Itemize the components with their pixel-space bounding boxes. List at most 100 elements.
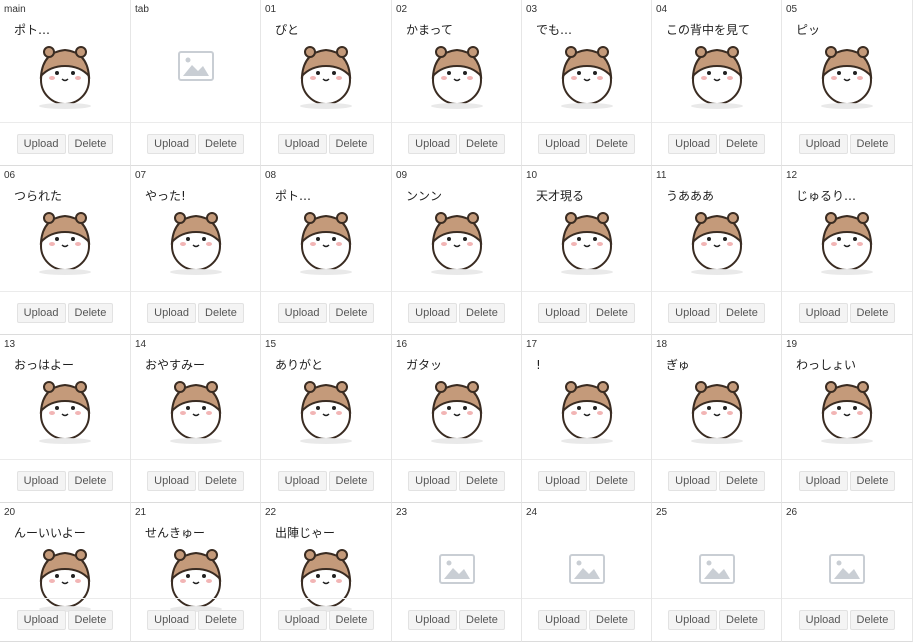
upload-button[interactable]: Upload (538, 134, 588, 154)
slot-label: 16 (396, 339, 408, 350)
delete-button[interactable]: Delete (849, 134, 896, 154)
delete-button[interactable]: Delete (849, 303, 896, 323)
delete-button[interactable]: Delete (719, 610, 765, 630)
delete-button[interactable]: Delete (198, 471, 244, 491)
upload-button[interactable]: Upload (277, 303, 327, 323)
upload-button[interactable]: Upload (408, 134, 458, 154)
upload-button[interactable]: Upload (798, 471, 848, 491)
delete-button[interactable]: Delete (849, 610, 896, 630)
upload-button[interactable]: Upload (668, 134, 718, 154)
slot-label: 19 (786, 339, 798, 350)
delete-button[interactable]: Delete (459, 134, 505, 154)
slot-actions: Upload Delete (131, 598, 260, 641)
slot-label: 13 (4, 339, 16, 350)
sticker-caption: ガタッ (406, 358, 442, 372)
slot-label: 18 (656, 339, 668, 350)
sticker-thumbnail: つられた (9, 183, 121, 281)
sticker-slot-21: 21 せんきゅー Upload Delete (131, 503, 261, 642)
sticker-slot-tab: tab Upload Delete (131, 0, 261, 166)
upload-button[interactable]: Upload (408, 303, 458, 323)
upload-button[interactable]: Upload (798, 134, 848, 154)
upload-button[interactable]: Upload (668, 610, 718, 630)
upload-button[interactable]: Upload (147, 303, 197, 323)
sticker-slot-08: 08 ポト… Upload Delete (261, 166, 392, 335)
upload-button[interactable]: Upload (798, 303, 848, 323)
sticker-caption: でも… (536, 23, 572, 37)
upload-button[interactable]: Upload (668, 303, 718, 323)
sticker-caption: ポト… (275, 189, 311, 203)
upload-button[interactable]: Upload (408, 471, 458, 491)
delete-button[interactable]: Delete (589, 134, 635, 154)
sticker-caption: じゅるり… (796, 189, 856, 203)
delete-button[interactable]: Delete (67, 303, 114, 323)
delete-button[interactable]: Delete (849, 471, 896, 491)
upload-button[interactable]: Upload (538, 471, 588, 491)
delete-button[interactable]: Delete (589, 303, 635, 323)
upload-button[interactable]: Upload (408, 610, 458, 630)
slot-label: 20 (4, 507, 16, 518)
slot-label: 26 (786, 507, 798, 518)
slot-label: 05 (786, 4, 798, 15)
delete-button[interactable]: Delete (589, 471, 635, 491)
upload-button[interactable]: Upload (16, 134, 66, 154)
slot-actions: Upload Delete (652, 122, 781, 165)
slot-label: 22 (265, 507, 277, 518)
upload-button[interactable]: Upload (538, 303, 588, 323)
delete-button[interactable]: Delete (459, 610, 505, 630)
delete-button[interactable]: Delete (328, 134, 375, 154)
sticker-caption: おやすみー (145, 358, 205, 372)
sticker-grid: main ポト… Upload Delete tab Upload Delete 01 ぴと Up… (0, 0, 914, 642)
sticker-slot-11: 11 うあああ Upload Delete (652, 166, 782, 335)
upload-button[interactable]: Upload (668, 471, 718, 491)
upload-button[interactable]: Upload (16, 471, 66, 491)
delete-button[interactable]: Delete (719, 303, 765, 323)
slot-actions: Upload Delete (261, 598, 391, 641)
delete-button[interactable]: Delete (459, 471, 505, 491)
slot-actions: Upload Delete (652, 291, 781, 334)
delete-button[interactable]: Delete (589, 610, 635, 630)
upload-button[interactable]: Upload (538, 610, 588, 630)
delete-button[interactable]: Delete (328, 471, 375, 491)
upload-button[interactable]: Upload (277, 134, 327, 154)
upload-button[interactable]: Upload (798, 610, 848, 630)
delete-button[interactable]: Delete (67, 610, 114, 630)
delete-button[interactable]: Delete (67, 134, 114, 154)
sticker-slot-25: 25 Upload Delete (652, 503, 782, 642)
sticker-caption: ! (536, 358, 541, 372)
delete-button[interactable]: Delete (67, 471, 114, 491)
sticker-slot-13: 13 おっはよー Upload Delete (0, 335, 131, 503)
sticker-caption: ぴと (275, 23, 299, 37)
slot-label: 01 (265, 4, 277, 15)
sticker-caption: せんきゅー (145, 526, 205, 540)
upload-button[interactable]: Upload (147, 471, 197, 491)
sticker-thumbnail: ピッ (791, 17, 903, 115)
delete-button[interactable]: Delete (198, 134, 244, 154)
upload-button[interactable]: Upload (147, 134, 197, 154)
upload-button[interactable]: Upload (277, 471, 327, 491)
sticker-slot-23: 23 Upload Delete (392, 503, 522, 642)
sticker-slot-main: main ポト… Upload Delete (0, 0, 131, 166)
delete-button[interactable]: Delete (459, 303, 505, 323)
upload-button[interactable]: Upload (16, 303, 66, 323)
slot-actions: Upload Delete (131, 291, 260, 334)
sticker-slot-01: 01 ぴと Upload Delete (261, 0, 392, 166)
slot-label: 23 (396, 507, 408, 518)
slot-actions: Upload Delete (782, 291, 912, 334)
delete-button[interactable]: Delete (719, 471, 765, 491)
upload-button[interactable]: Upload (147, 610, 197, 630)
delete-button[interactable]: Delete (719, 134, 765, 154)
sticker-slot-15: 15 ありがと Upload Delete (261, 335, 392, 503)
slot-label: 25 (656, 507, 668, 518)
sticker-thumbnail: ガタッ (401, 352, 513, 450)
upload-button[interactable]: Upload (16, 610, 66, 630)
delete-button[interactable]: Delete (328, 303, 375, 323)
delete-button[interactable]: Delete (198, 303, 244, 323)
sticker-caption: ピッ (796, 23, 820, 37)
sticker-slot-09: 09 ンンン Upload Delete (392, 166, 522, 335)
delete-button[interactable]: Delete (328, 610, 375, 630)
upload-button[interactable]: Upload (277, 610, 327, 630)
sticker-thumbnail: かまって (401, 17, 513, 115)
sticker-slot-24: 24 Upload Delete (522, 503, 652, 642)
delete-button[interactable]: Delete (198, 610, 244, 630)
sticker-thumbnail: ぴと (270, 17, 382, 115)
